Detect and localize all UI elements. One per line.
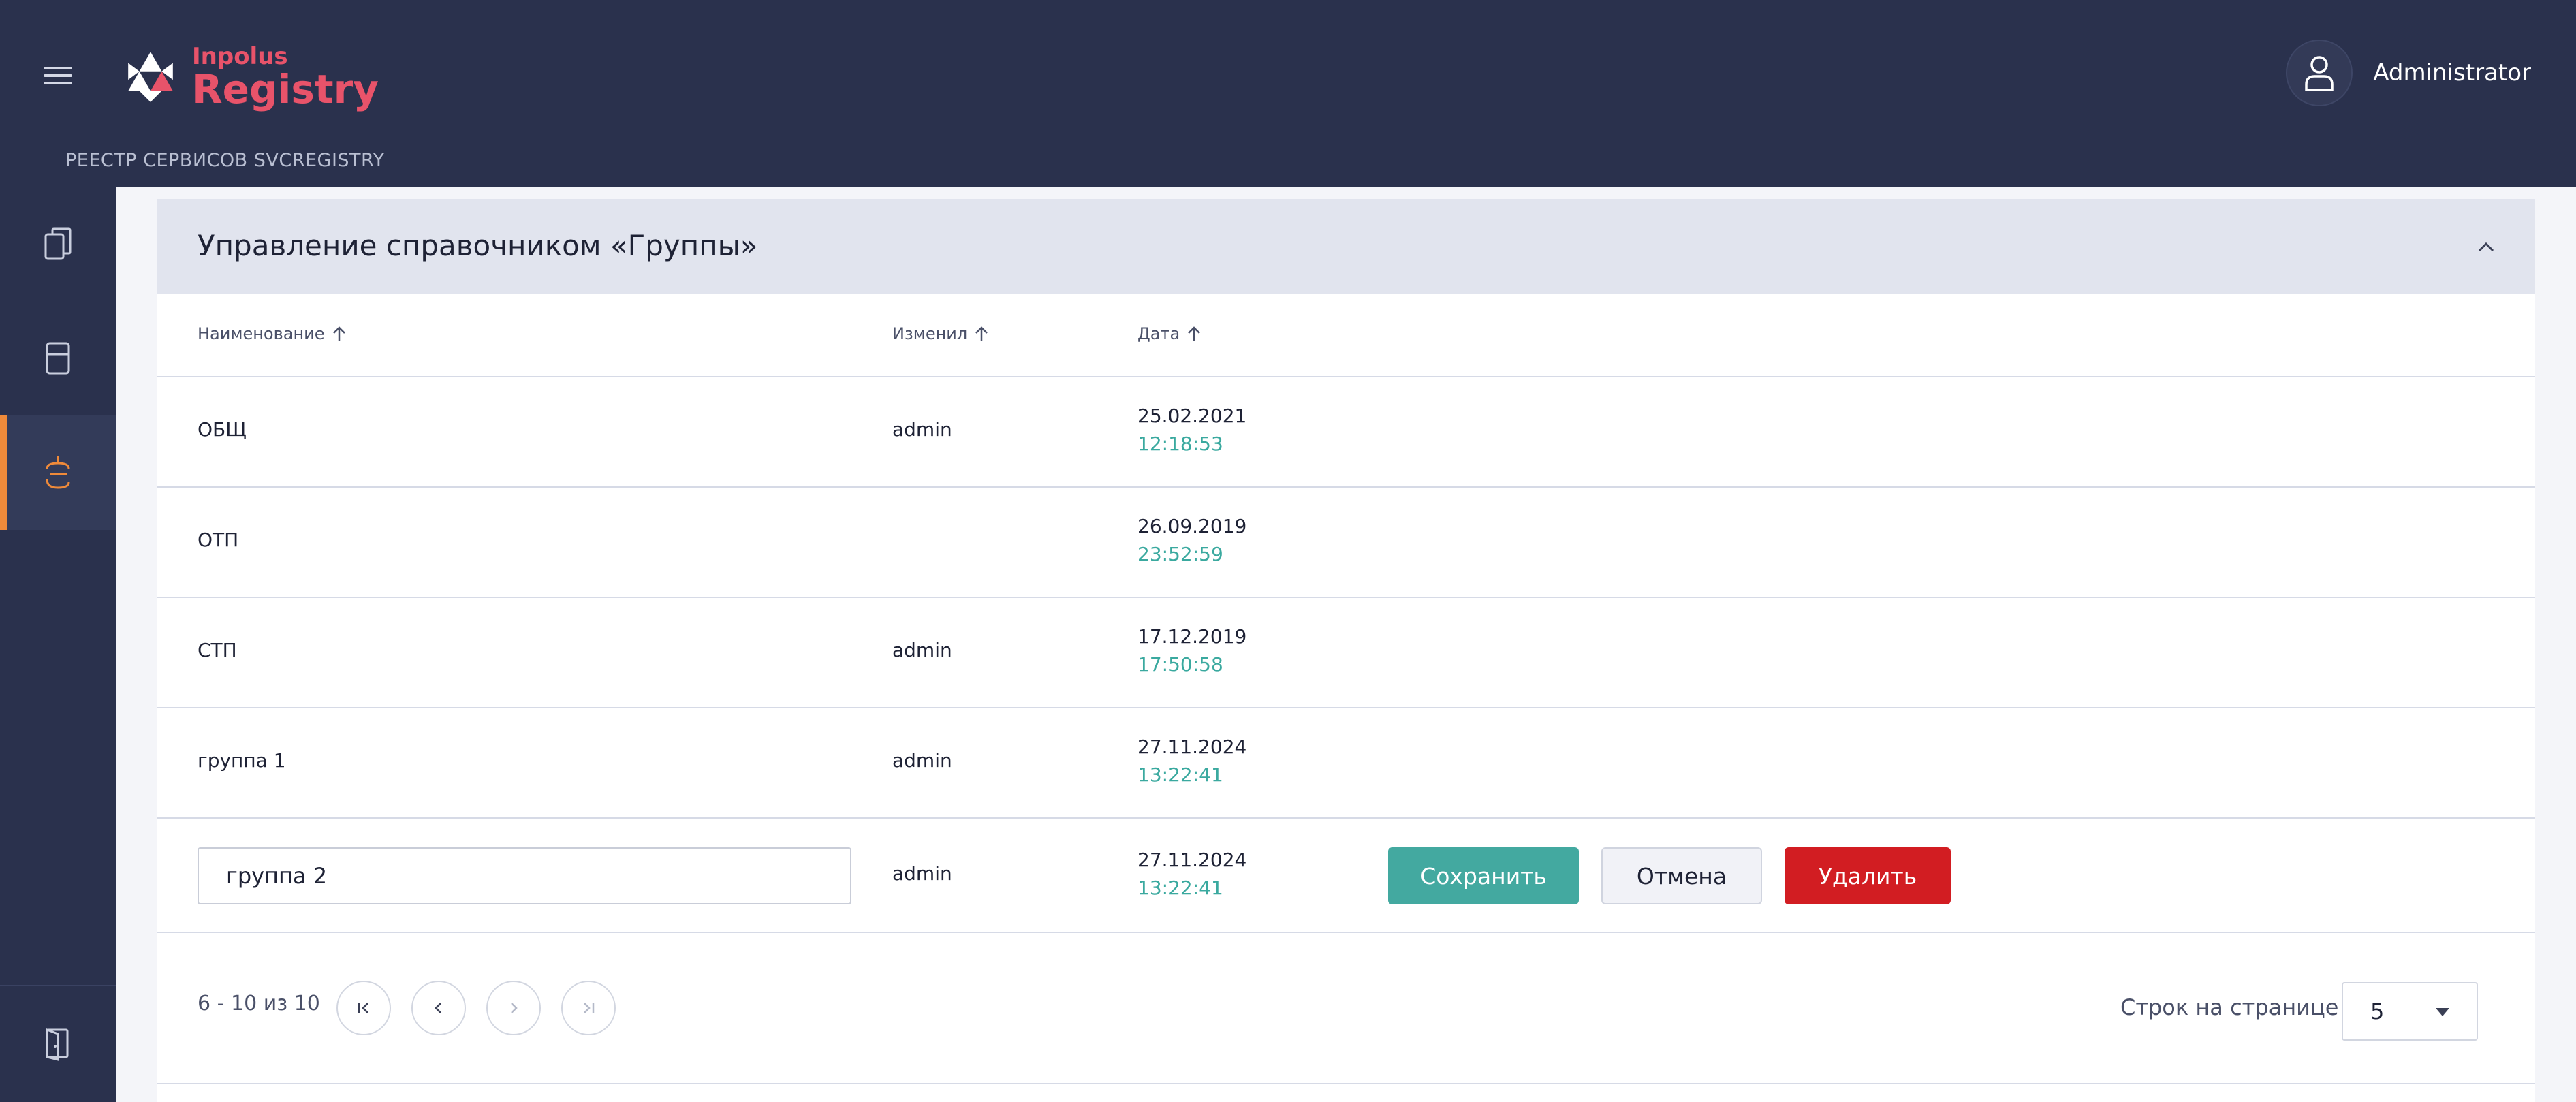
row-datetime: 27.11.2024 13:22:41 bbox=[1137, 849, 1246, 899]
delete-button[interactable]: Удалить bbox=[1785, 847, 1951, 904]
panel-title: Управление справочником «Группы» bbox=[198, 229, 758, 262]
table-divider bbox=[157, 707, 2535, 708]
caret-down-icon bbox=[2436, 1008, 2449, 1016]
row-time: 13:22:41 bbox=[1137, 877, 1223, 899]
table-divider bbox=[157, 932, 2535, 933]
row-date: 17.12.2019 bbox=[1137, 625, 1247, 648]
rows-per-page-label: Строк на странице bbox=[2120, 994, 2339, 1020]
row-changed-by: admin bbox=[892, 418, 952, 441]
menu-icon[interactable] bbox=[44, 67, 72, 84]
rows-per-page-value: 5 bbox=[2370, 998, 2385, 1024]
table-divider bbox=[157, 376, 2535, 377]
row-name: ОБЩ bbox=[198, 418, 247, 441]
next-page-button[interactable] bbox=[486, 981, 541, 1035]
row-name: СТП bbox=[198, 639, 237, 661]
last-page-icon bbox=[584, 1003, 595, 1013]
row-datetime: 27.11.2024 13:22:41 bbox=[1137, 736, 1246, 786]
column-header-date[interactable]: Дата bbox=[1137, 324, 1201, 343]
row-date: 25.02.2021 bbox=[1137, 405, 1247, 427]
row-changed-by: admin bbox=[892, 749, 952, 772]
column-header-changed-by[interactable]: Изменил bbox=[892, 324, 989, 343]
column-header-label: Изменил bbox=[892, 324, 968, 343]
row-name: ОТП bbox=[198, 529, 239, 551]
row-time: 12:18:53 bbox=[1137, 432, 1223, 455]
chevron-left-icon bbox=[435, 1003, 441, 1013]
row-name: группа 1 bbox=[198, 749, 286, 772]
table-divider bbox=[157, 1083, 2535, 1084]
row-time: 13:22:41 bbox=[1137, 763, 1223, 786]
row-time: 17:50:58 bbox=[1137, 653, 1223, 676]
column-header-label: Дата bbox=[1137, 324, 1180, 343]
cancel-button[interactable]: Отмена bbox=[1601, 847, 1762, 904]
last-page-button[interactable] bbox=[561, 981, 616, 1035]
groups-panel: Управление справочником «Группы» Наимено… bbox=[157, 199, 2535, 1102]
pagination-info: 6 - 10 из 10 bbox=[198, 992, 320, 1016]
prev-page-button[interactable] bbox=[411, 981, 466, 1035]
column-header-name[interactable]: Наименование bbox=[198, 324, 347, 343]
sidebar-item-registry[interactable] bbox=[0, 415, 116, 530]
app-header: Inpolus Registry Administrator РЕЕСТР СЕ… bbox=[0, 0, 2576, 187]
app-logo[interactable]: Inpolus Registry bbox=[123, 45, 379, 109]
group-name-input[interactable] bbox=[198, 847, 851, 904]
server-icon bbox=[46, 342, 70, 375]
user-icon bbox=[2305, 56, 2334, 91]
row-datetime: 25.02.2021 12:18:53 bbox=[1137, 405, 1246, 455]
save-button[interactable]: Сохранить bbox=[1388, 847, 1579, 904]
chevron-right-icon bbox=[511, 1003, 518, 1013]
documents-icon bbox=[44, 227, 72, 260]
table-divider bbox=[157, 597, 2535, 598]
registry-icon bbox=[46, 456, 70, 489]
row-date: 27.11.2024 bbox=[1137, 736, 1247, 758]
sidebar-item-logout[interactable] bbox=[0, 986, 116, 1101]
first-page-icon bbox=[358, 1003, 368, 1013]
row-date: 26.09.2019 bbox=[1137, 515, 1247, 537]
row-changed-by: admin bbox=[892, 862, 952, 885]
username: Administrator bbox=[2373, 59, 2531, 86]
row-time: 23:52:59 bbox=[1137, 543, 1223, 565]
page-subtitle: РЕЕСТР СЕРВИСОВ SVCREGISTRY bbox=[65, 150, 385, 171]
avatar[interactable] bbox=[2286, 40, 2353, 106]
logout-door-icon bbox=[46, 1028, 69, 1061]
sort-arrow-up-icon bbox=[975, 326, 988, 341]
panel-header[interactable]: Управление справочником «Группы» bbox=[157, 199, 2535, 294]
row-datetime: 26.09.2019 23:52:59 bbox=[1137, 515, 1246, 565]
chevron-up-icon[interactable] bbox=[2471, 232, 2501, 262]
sidebar bbox=[0, 187, 116, 1102]
first-page-button[interactable] bbox=[336, 981, 391, 1035]
row-changed-by: admin bbox=[892, 639, 952, 661]
row-datetime: 17.12.2019 17:50:58 bbox=[1137, 625, 1246, 676]
table-divider bbox=[157, 817, 2535, 819]
logo-icon bbox=[128, 52, 173, 102]
row-date: 27.11.2024 bbox=[1137, 849, 1247, 871]
sort-arrow-up-icon bbox=[1188, 326, 1201, 341]
sort-arrow-up-icon bbox=[332, 326, 345, 341]
table-divider bbox=[157, 486, 2535, 488]
logo-big-text: Registry bbox=[192, 66, 379, 112]
sidebar-item-server[interactable] bbox=[0, 301, 116, 415]
column-header-label: Наименование bbox=[198, 324, 325, 343]
user-menu[interactable]: Administrator bbox=[2286, 40, 2531, 106]
rows-per-page-select[interactable]: 5 bbox=[2342, 982, 2478, 1041]
sidebar-item-documents[interactable] bbox=[0, 187, 116, 301]
logo-small-text: Inpolus bbox=[192, 43, 288, 70]
